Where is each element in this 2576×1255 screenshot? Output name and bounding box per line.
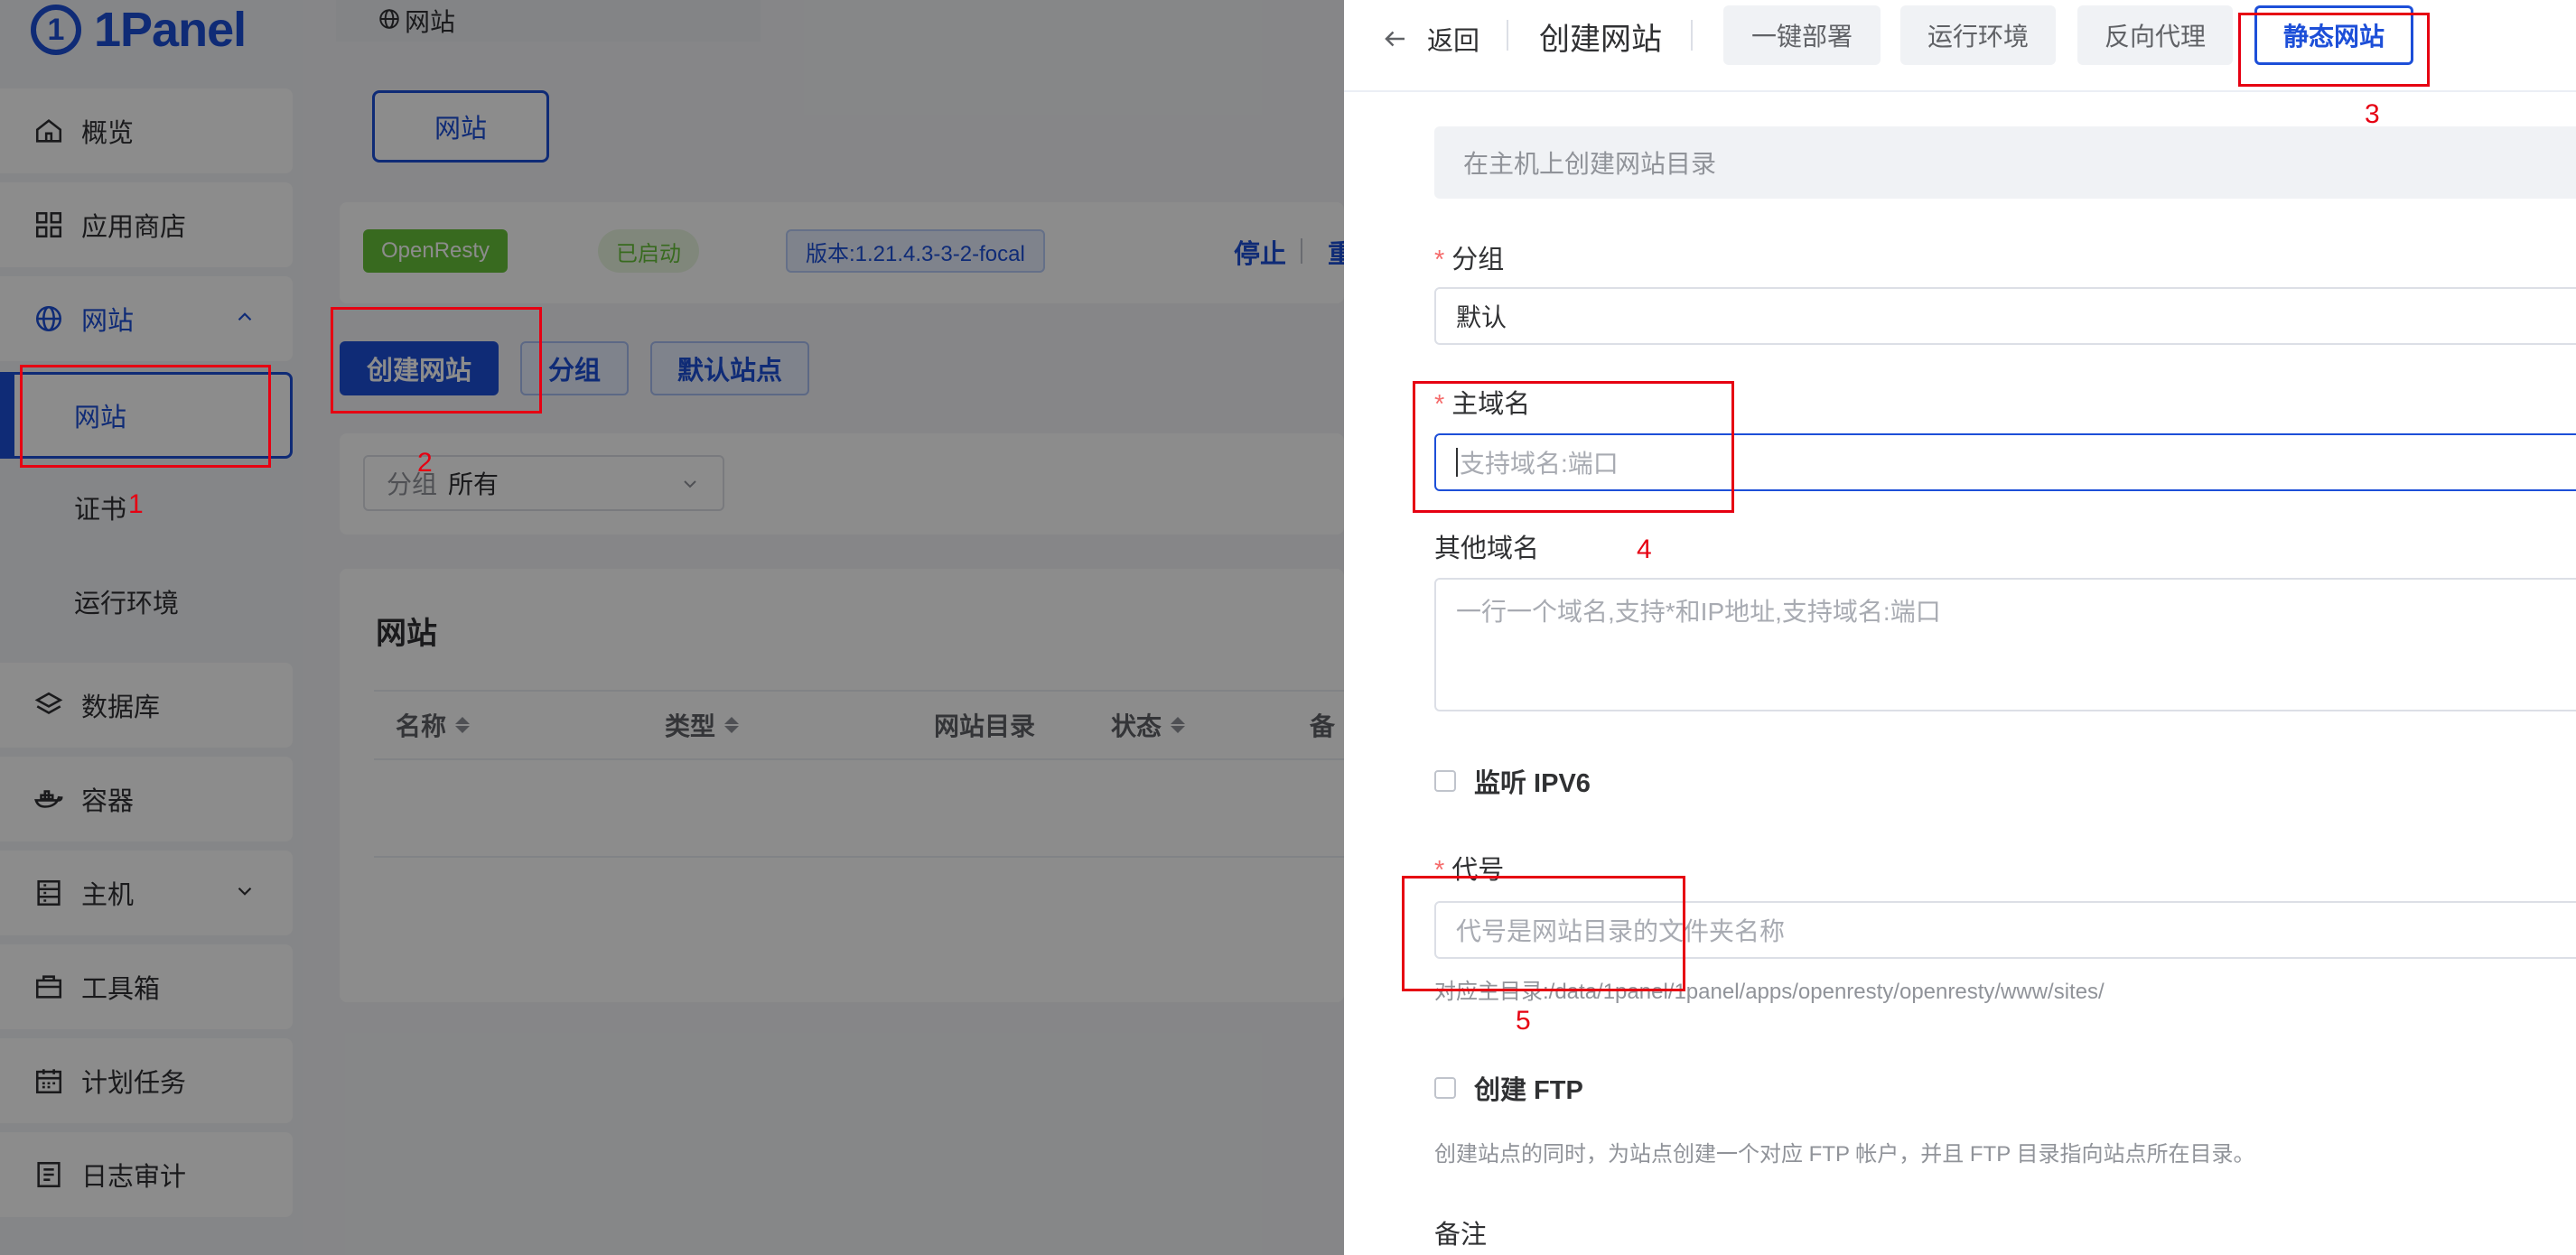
ftp-checkbox[interactable]: 创建 FTP: [1434, 1069, 1583, 1107]
annotation-box-5: [1402, 876, 1685, 991]
arrow-left-icon: [1385, 31, 1405, 47]
other-domains-textarea[interactable]: 一行一个域名,支持*和IP地址,支持域名:端口: [1434, 578, 2576, 711]
annotation-number: 1: [128, 489, 144, 519]
label-text: 分组: [1451, 246, 1505, 274]
modal-overlay[interactable]: [0, 0, 1344, 1255]
annotation-box-2: [331, 307, 542, 414]
annotation-box-4: [1413, 381, 1734, 513]
annotation-number: 3: [2365, 99, 2380, 129]
tab-reverse-proxy[interactable]: 反向代理: [2077, 5, 2233, 65]
remark-label: 备注: [1434, 1213, 1487, 1251]
checkbox-box[interactable]: [1434, 1077, 1456, 1099]
create-dir-note: 在主机上创建网站目录: [1434, 126, 2576, 199]
annotation-box-3: [2238, 13, 2430, 87]
group-select[interactable]: 默认: [1434, 287, 2576, 345]
annotation-number: 4: [1637, 535, 1652, 564]
placeholder: 一行一个域名,支持*和IP地址,支持域名:端口: [1456, 598, 1941, 626]
label-text: 其他域名: [1434, 535, 1540, 563]
ftp-hint: 创建站点的同时，为站点创建一个对应 FTP 帐户，并且 FTP 目录指向站点所在…: [1434, 1142, 2255, 1167]
checkbox-label: 创建 FTP: [1474, 1076, 1583, 1105]
ipv6-checkbox[interactable]: 监听 IPV6: [1434, 762, 1591, 800]
label-text: 备注: [1434, 1221, 1488, 1250]
drawer-title: 创建网站: [1539, 23, 1662, 57]
tab-one-click-deploy[interactable]: 一键部署: [1723, 5, 1881, 65]
checkbox-box[interactable]: [1434, 770, 1456, 792]
group-value: 默认: [1456, 303, 1507, 331]
back-label: 返回: [1427, 27, 1480, 56]
annotation-number: 5: [1516, 1006, 1531, 1036]
create-website-drawer: 返回 创建网站 一键部署 运行环境 反向代理 静态网站 在主机上创建网站目录 *…: [1344, 0, 2576, 1255]
annotation-box-1: [20, 365, 271, 468]
annotation-number: 2: [417, 448, 433, 478]
tab-runtime[interactable]: 运行环境: [1900, 5, 2056, 65]
group-label: * 分组: [1434, 246, 1505, 274]
divider: [1507, 20, 1508, 51]
other-domains-label: 其他域名: [1434, 527, 1539, 565]
divider: [1691, 20, 1693, 51]
background-page: 1 1Panel 概览 应用商店 网站 网站 证书 运行环境 数据库 容器 主机…: [0, 0, 1344, 1255]
checkbox-label: 监听 IPV6: [1474, 769, 1591, 798]
back-button[interactable]: 返回: [1382, 20, 1479, 58]
